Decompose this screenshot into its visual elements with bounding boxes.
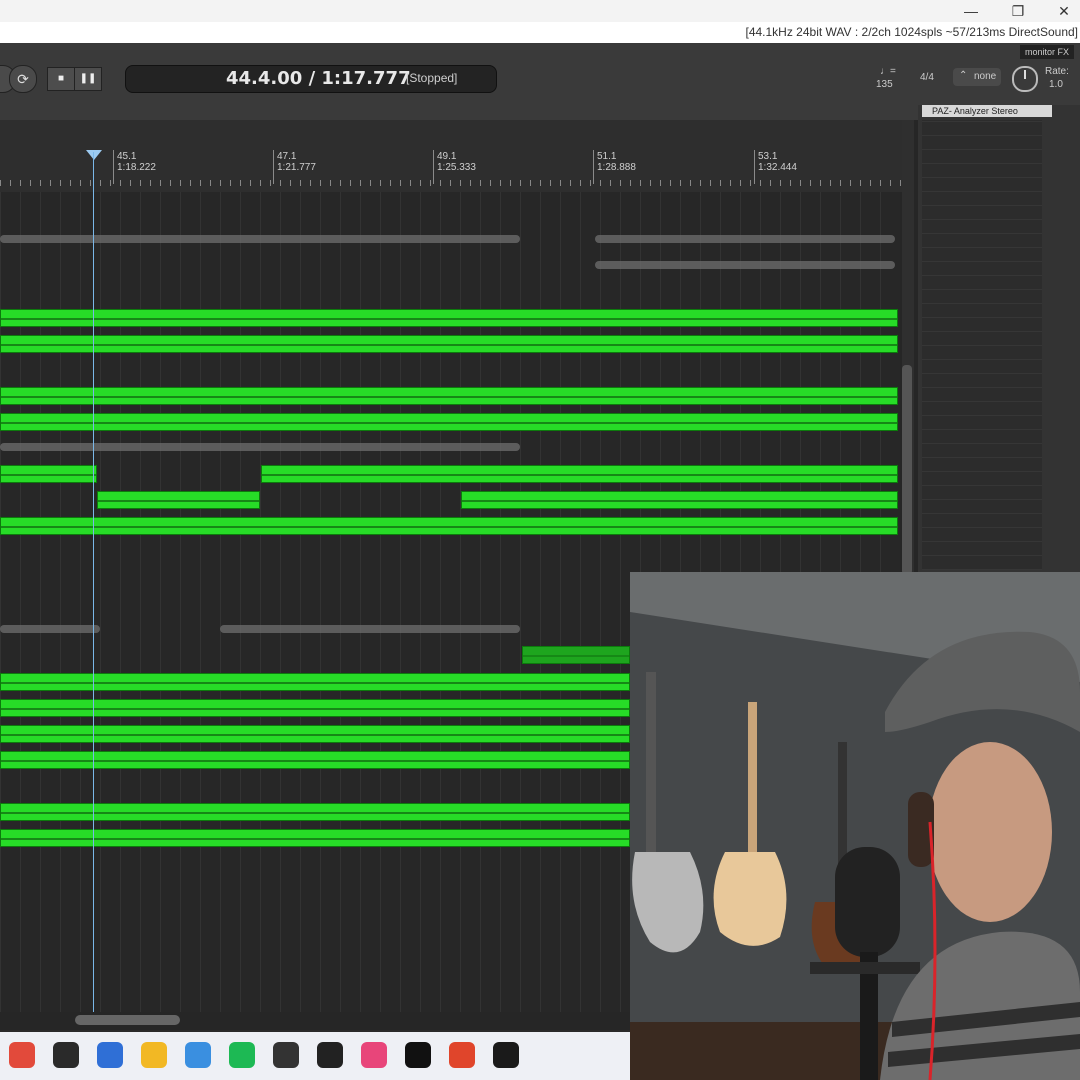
tempo-label: ♩= [880, 66, 896, 77]
audio-item[interactable] [522, 646, 630, 664]
time-signature[interactable]: 4/4 [920, 72, 934, 83]
grid-snap-label: none [974, 71, 997, 82]
marker-bar: 53.1 [758, 151, 778, 162]
audio-item[interactable] [0, 751, 630, 769]
minimize-button[interactable]: — [960, 2, 982, 20]
windows-taskbar [0, 1032, 630, 1080]
audio-item[interactable] [0, 673, 630, 691]
stop-icon: ■ [57, 73, 65, 84]
repeat-button[interactable]: ⟳ [9, 65, 37, 93]
repeat-icon: ⟳ [17, 71, 29, 87]
rate-label: Rate: [1045, 66, 1069, 77]
bar-line [273, 150, 274, 184]
marker-bar: 45.1 [117, 151, 137, 162]
muted-item[interactable] [595, 235, 895, 243]
music-icon[interactable] [361, 1042, 387, 1068]
audio-item[interactable] [461, 491, 898, 509]
ruler-ticks [0, 180, 910, 186]
tempo-value[interactable]: 135 [876, 79, 893, 90]
muted-item[interactable] [0, 443, 520, 451]
window-titlebar: — ❐ ✕ [0, 0, 1080, 22]
audio-item[interactable] [0, 335, 898, 353]
audio-item[interactable] [0, 829, 630, 847]
restore-button[interactable]: ❐ [1007, 2, 1029, 20]
time-display[interactable]: 44.4.00 / 1:17.777 [Stopped] [125, 65, 497, 93]
audio-status-bar: [44.1kHz 24bit WAV : 2/2ch 1024spls ~57/… [0, 22, 1080, 44]
snap-icon: ⌃ [959, 70, 968, 81]
position-time: 44.4.00 / 1:17.777 [226, 68, 411, 89]
vst-icon[interactable] [273, 1042, 299, 1068]
marker-bar: 51.1 [597, 151, 617, 162]
audio-item[interactable] [0, 725, 630, 743]
muted-item[interactable] [0, 235, 520, 243]
notepad-icon[interactable] [97, 1042, 123, 1068]
audio-item[interactable] [0, 413, 898, 431]
marker-time: 1:21.777 [277, 162, 316, 173]
marker-51-1: 51.1 1:28.888 [597, 151, 636, 173]
muted-item[interactable] [220, 625, 520, 633]
pause-icon: ❚❚ [79, 73, 97, 84]
audio-item[interactable] [0, 387, 898, 405]
snip-icon[interactable] [449, 1042, 475, 1068]
maps-icon[interactable] [9, 1042, 35, 1068]
playhead-cursor[interactable] [93, 152, 94, 1012]
transport-state: [Stopped] [406, 71, 458, 85]
analyzer-display [922, 120, 1042, 570]
marker-53-1: 53.1 1:32.444 [758, 151, 797, 173]
grid-snap-button[interactable]: ⌃ none [953, 68, 1001, 86]
monitor-fx-button[interactable]: monitor FX [1019, 45, 1074, 59]
vertical-scroll-thumb[interactable] [902, 365, 912, 575]
audio-item[interactable] [0, 465, 97, 483]
audio-item[interactable] [0, 309, 898, 327]
marker-47-1: 47.1 1:21.777 [277, 151, 316, 173]
marker-time: 1:28.888 [597, 162, 636, 173]
marker-bar: 49.1 [437, 151, 457, 162]
pause-button[interactable]: ❚❚ [74, 67, 102, 91]
marker-time: 1:18.222 [117, 162, 156, 173]
marker-time: 1:32.444 [758, 162, 797, 173]
audio-item[interactable] [0, 699, 630, 717]
bar-line [433, 150, 434, 184]
bar-line [593, 150, 594, 184]
rate-value[interactable]: 1.0 [1049, 79, 1063, 90]
marker-45-1: 45.1 1:18.222 [117, 151, 156, 173]
chrome-icon[interactable] [185, 1042, 211, 1068]
playhead-marker[interactable] [86, 150, 102, 160]
close-button[interactable]: ✕ [1053, 2, 1075, 20]
audio-status-text: [44.1kHz 24bit WAV : 2/2ch 1024spls ~57/… [745, 25, 1078, 39]
marker-bar: 47.1 [277, 151, 297, 162]
audio-item[interactable] [97, 491, 260, 509]
spotify-icon[interactable] [229, 1042, 255, 1068]
horizontal-scroll-thumb[interactable] [75, 1015, 180, 1025]
bar-line [113, 150, 114, 184]
audio-item[interactable] [0, 517, 898, 535]
muted-item[interactable] [0, 625, 100, 633]
marker-49-1: 49.1 1:25.333 [437, 151, 476, 173]
analytics-icon[interactable] [317, 1042, 343, 1068]
webcam-video-frame [630, 572, 1080, 1080]
cloud-icon[interactable] [53, 1042, 79, 1068]
webcam-overlay [630, 572, 1080, 1080]
file-explorer-icon[interactable] [141, 1042, 167, 1068]
fx-plugin-title[interactable]: PAZ- Analyzer Stereo [922, 105, 1052, 117]
muted-item[interactable] [595, 261, 895, 269]
headphones-icon[interactable] [405, 1042, 431, 1068]
stop-button[interactable]: ■ [47, 67, 75, 91]
audio-item[interactable] [0, 803, 630, 821]
bar-line [754, 150, 755, 184]
timeline-ruler[interactable]: 45.1 1:18.222 47.1 1:21.777 49.1 1:25.333 5… [0, 120, 910, 192]
rate-knob[interactable] [1012, 66, 1038, 92]
obs-icon[interactable] [493, 1042, 519, 1068]
audio-item[interactable] [261, 465, 898, 483]
marker-time: 1:25.333 [437, 162, 476, 173]
rate-knob-indicator [1024, 70, 1026, 79]
